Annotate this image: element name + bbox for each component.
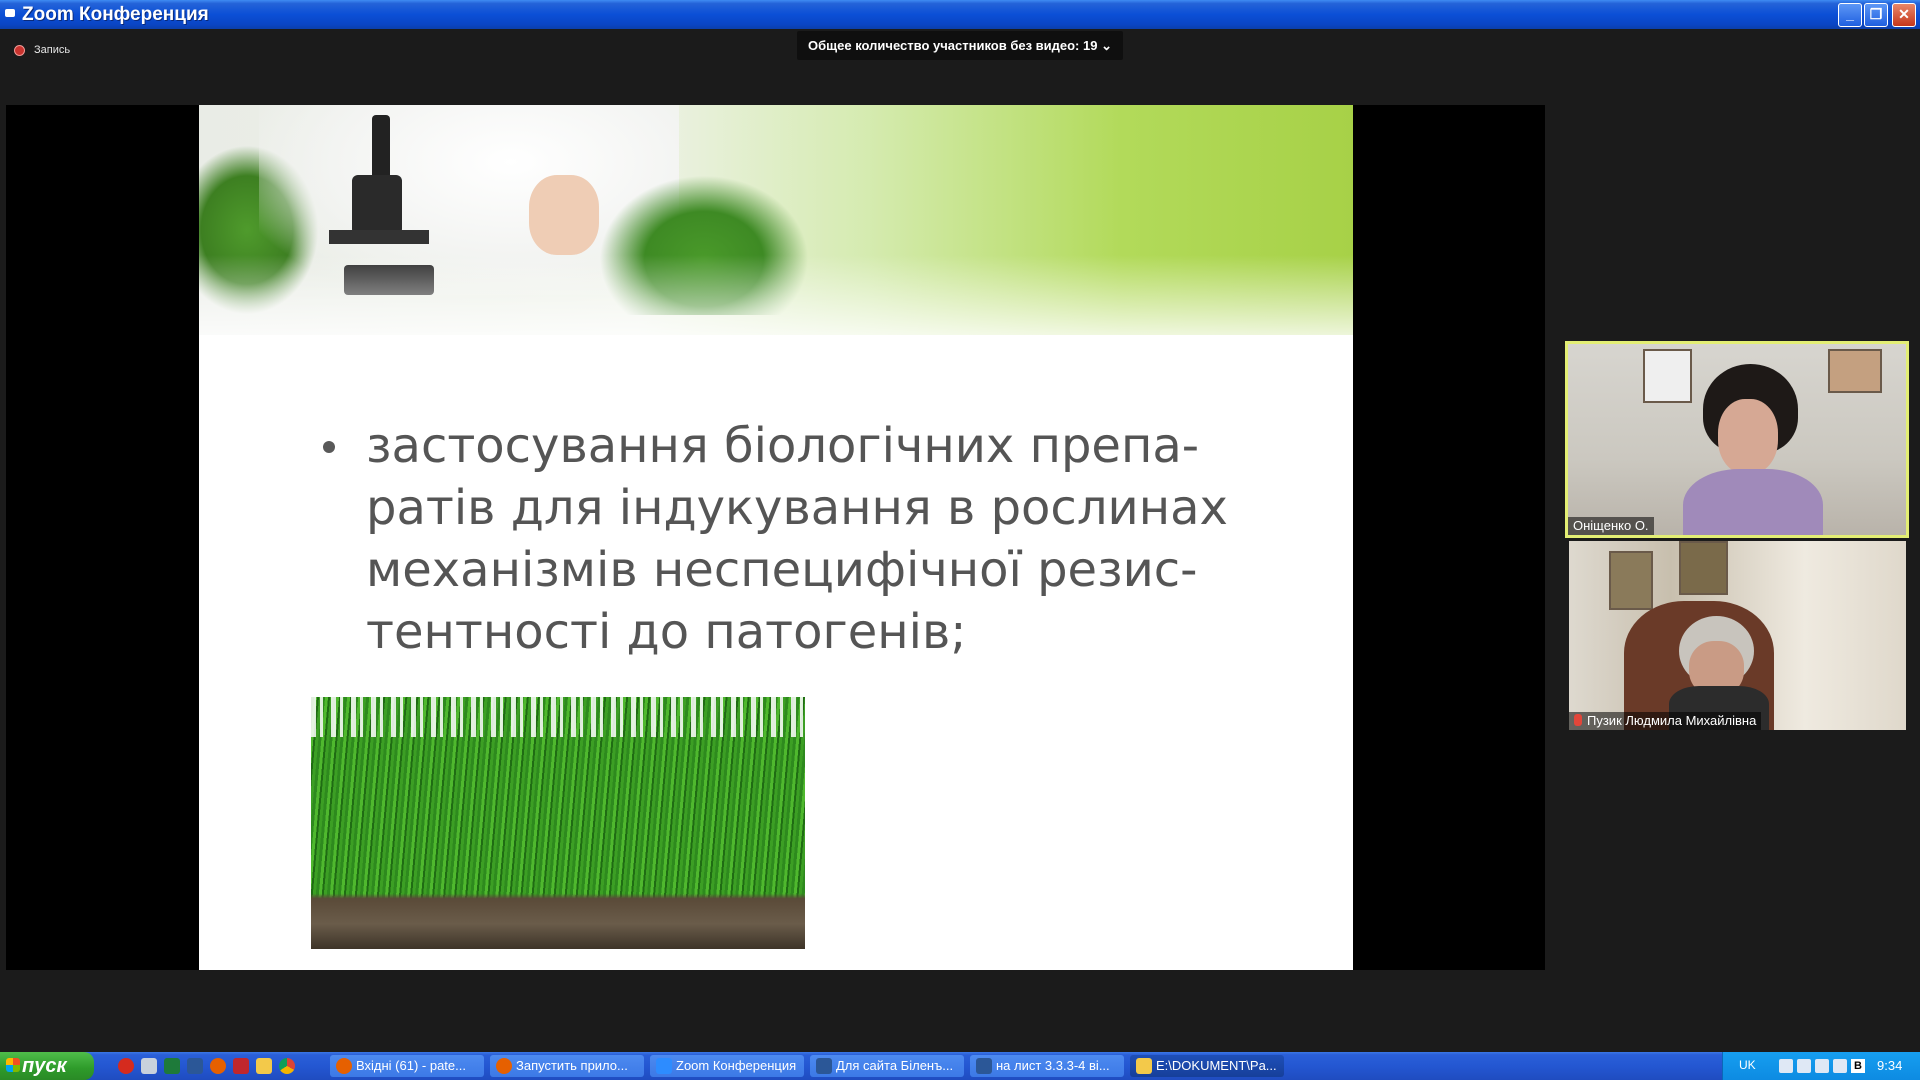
flag-icon[interactable] bbox=[233, 1058, 249, 1074]
windows-logo-icon bbox=[6, 1058, 20, 1072]
participant-name-label: Пузик Людмила Михайлівна bbox=[1569, 712, 1762, 730]
participant-name: Оніщенко О. bbox=[1568, 517, 1654, 535]
grass-image bbox=[311, 697, 805, 949]
participant-face bbox=[1718, 399, 1778, 474]
taskbar-item-label: E:\DOKUMENT\Pa... bbox=[1156, 1058, 1277, 1073]
bullet-line: ратів для індукування в рослинах bbox=[366, 480, 1228, 536]
start-button[interactable]: пуск bbox=[0, 1052, 94, 1080]
tray-b-icon[interactable]: B bbox=[1851, 1059, 1865, 1073]
word-icon bbox=[816, 1058, 832, 1074]
bullet-line: механізмів неспецифічної резис- bbox=[366, 542, 1198, 598]
firefox-icon[interactable] bbox=[210, 1058, 226, 1074]
start-label: пуск bbox=[22, 1055, 67, 1077]
wall-picture bbox=[1828, 349, 1882, 393]
shared-screen: застосування біологічних препа- ратів дл… bbox=[6, 105, 1545, 970]
recording-label: Запись bbox=[34, 44, 71, 56]
taskbar-item-word-doc-2[interactable]: на лист 3.3.3-4 ві... bbox=[970, 1055, 1124, 1077]
taskbar-item-zoom[interactable]: Zoom Конференция bbox=[650, 1055, 804, 1077]
taskbar-item-launch-app[interactable]: Запустить прило... bbox=[490, 1055, 644, 1077]
window-title: Zoom Конференция bbox=[22, 4, 209, 25]
taskbar-item-label: Вхідні (61) - pate... bbox=[356, 1058, 466, 1073]
window-titlebar[interactable]: Zoom Конференция _ ❐ ✕ bbox=[0, 0, 1920, 29]
folder-icon[interactable] bbox=[256, 1058, 272, 1074]
zoom-icon bbox=[656, 1058, 672, 1074]
language-indicator[interactable]: UK bbox=[1739, 1058, 1756, 1072]
participants-without-video-dropdown[interactable]: Общее количество участников без видео: 1… bbox=[797, 31, 1123, 60]
record-icon bbox=[14, 45, 25, 56]
bullet-line: тентності до патогенів; bbox=[366, 604, 967, 660]
display-icon[interactable] bbox=[1833, 1059, 1847, 1073]
video-tile-active-speaker[interactable]: Оніщенко О. bbox=[1565, 341, 1909, 538]
volume-icon[interactable] bbox=[1815, 1059, 1829, 1073]
windows-taskbar: пуск Вхідні (61) - pate... Запустить при… bbox=[0, 1052, 1920, 1080]
word-icon[interactable] bbox=[187, 1058, 203, 1074]
system-tray: UK B 9:34 bbox=[1722, 1052, 1920, 1080]
calculator-icon[interactable] bbox=[141, 1058, 157, 1074]
word-icon bbox=[976, 1058, 992, 1074]
banner-fade bbox=[199, 255, 1353, 355]
close-button[interactable]: ✕ bbox=[1892, 3, 1916, 27]
taskbar-item-label: Для сайта Біленъ... bbox=[836, 1058, 954, 1073]
grass-tips bbox=[311, 697, 805, 737]
network-icon[interactable] bbox=[1797, 1059, 1811, 1073]
slide-banner-image bbox=[199, 105, 1353, 355]
presentation-slide: застосування біологічних препа- ратів дл… bbox=[199, 105, 1353, 970]
microscope-body bbox=[352, 175, 402, 235]
wall-picture bbox=[1609, 551, 1653, 610]
video-tile[interactable]: Пузик Людмила Михайлівна bbox=[1569, 541, 1906, 730]
taskbar-item-mail[interactable]: Вхідні (61) - pate... bbox=[330, 1055, 484, 1077]
monitor-icon[interactable] bbox=[1779, 1059, 1793, 1073]
scientist-hand bbox=[529, 175, 599, 255]
taskbar-item-word-doc-1[interactable]: Для сайта Біленъ... bbox=[810, 1055, 964, 1077]
taskbar-item-label: Запустить прило... bbox=[516, 1058, 628, 1073]
wall-picture bbox=[1679, 541, 1728, 595]
clock[interactable]: 9:34 bbox=[1877, 1058, 1902, 1073]
firefox-icon bbox=[336, 1058, 352, 1074]
slide-bullet-text: застосування біологічних препа- ратів дл… bbox=[366, 415, 1228, 663]
maximize-button[interactable]: ❐ bbox=[1864, 3, 1888, 27]
participant-name: Пузик Людмила Михайлівна bbox=[1587, 713, 1757, 728]
chrome-icon[interactable] bbox=[279, 1058, 295, 1074]
muted-mic-icon bbox=[1574, 714, 1582, 726]
excel-icon[interactable] bbox=[164, 1058, 180, 1074]
opera-icon[interactable] bbox=[118, 1058, 134, 1074]
taskbar-item-explorer[interactable]: E:\DOKUMENT\Pa... bbox=[1130, 1055, 1284, 1077]
minimize-button[interactable]: _ bbox=[1838, 3, 1862, 27]
bullet-point bbox=[323, 441, 335, 453]
taskbar-item-label: Zoom Конференция bbox=[676, 1058, 797, 1073]
microscope-stage bbox=[329, 230, 429, 244]
participant-video bbox=[1683, 364, 1823, 535]
folder-icon bbox=[1136, 1058, 1152, 1074]
bullet-line: застосування біологічних препа- bbox=[366, 418, 1200, 474]
taskbar-item-label: на лист 3.3.3-4 ві... bbox=[996, 1058, 1110, 1073]
participant-body bbox=[1683, 469, 1823, 535]
zoom-app-icon bbox=[5, 9, 15, 17]
firefox-icon bbox=[496, 1058, 512, 1074]
